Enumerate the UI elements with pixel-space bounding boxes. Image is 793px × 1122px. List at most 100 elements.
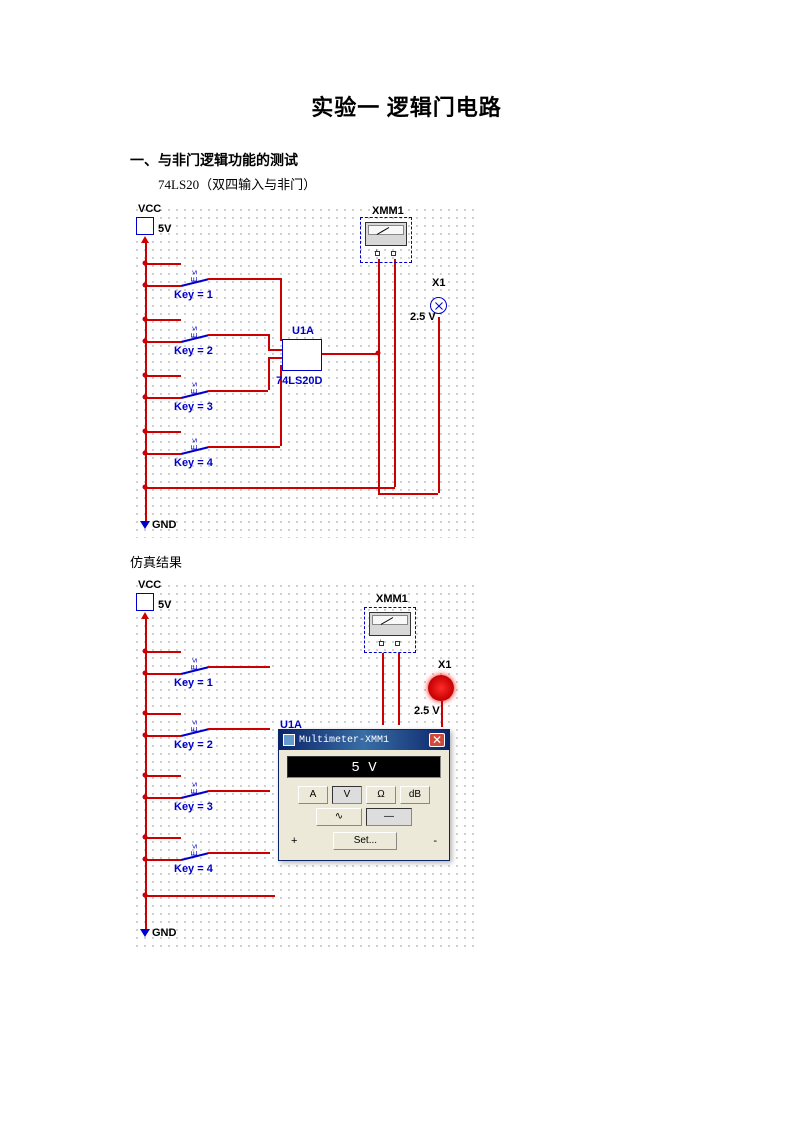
wire (441, 701, 443, 727)
wire (208, 334, 268, 336)
wire (268, 357, 270, 390)
multimeter-titlebar[interactable]: Multimeter-XMM1 ✕ (279, 730, 449, 750)
wire (145, 797, 181, 799)
wire (268, 357, 282, 359)
wire (208, 390, 268, 392)
wire (145, 375, 181, 377)
mode-v-button[interactable]: V (332, 786, 362, 804)
vcc-5v-label: 5V (158, 223, 171, 235)
wire (398, 653, 400, 725)
switch-tag: E ≤ (190, 438, 199, 450)
vcc-arrow-icon (141, 236, 149, 243)
wire (378, 353, 380, 493)
app-icon (283, 734, 295, 746)
wire (145, 859, 181, 861)
vcc-label: VCC (138, 579, 161, 591)
wire (378, 493, 438, 495)
switch-tag: E ≤ (190, 270, 199, 282)
dc-button[interactable]: — (366, 808, 412, 826)
wire (208, 278, 280, 280)
wire (145, 775, 181, 777)
terminal-plus[interactable] (379, 641, 384, 646)
multimeter-display: 5 V (287, 756, 441, 778)
wire (208, 852, 270, 854)
wire (145, 837, 181, 839)
gnd-label: GND (152, 519, 176, 531)
wire (145, 713, 181, 715)
mode-a-button[interactable]: A (298, 786, 328, 804)
gnd-arrow-icon (140, 929, 150, 937)
x1-label: X1 (432, 277, 445, 289)
switch-tag: E ≤ (190, 782, 199, 794)
switch-tag: E ≤ (190, 326, 199, 338)
key-2-label: Key = 2 (174, 739, 213, 751)
switch-tag: E ≤ (190, 382, 199, 394)
close-button[interactable]: ✕ (429, 733, 445, 747)
ac-button[interactable]: ∿ (316, 808, 362, 826)
vcc-terminal (136, 217, 154, 235)
wire (322, 353, 378, 355)
key-3-label: Key = 3 (174, 401, 213, 413)
x1-label: X1 (438, 659, 451, 671)
multimeter-instrument[interactable]: + – (360, 217, 412, 263)
gnd-label: GND (152, 927, 176, 939)
page-title: 实验一 逻辑门电路 (130, 90, 683, 122)
wire (145, 735, 181, 737)
meter-display (372, 615, 408, 625)
mode-db-button[interactable]: dB (400, 786, 430, 804)
multimeter-window[interactable]: Multimeter-XMM1 ✕ 5 V A V Ω dB ∿ — (278, 729, 450, 861)
wire (145, 673, 181, 675)
vcc-arrow-icon (141, 612, 149, 619)
switch-tag: E ≤ (190, 720, 199, 732)
close-icon: ✕ (432, 734, 442, 746)
chip-desc: 74LS20（双四输入与非门） (158, 174, 683, 193)
wire (145, 285, 181, 287)
vcc-terminal (136, 593, 154, 611)
x1-voltage-label: 2.5 V (410, 311, 436, 323)
key-1-label: Key = 1 (174, 289, 213, 301)
mode-ohm-button[interactable]: Ω (366, 786, 396, 804)
xmm1-label: XMM1 (372, 205, 404, 217)
vcc-5v-label: 5V (158, 599, 171, 611)
wire (378, 259, 380, 353)
terminal-plus[interactable] (375, 251, 380, 256)
wire (268, 349, 282, 351)
wire (280, 278, 282, 341)
chip-part-label: 74LS20D (276, 375, 322, 387)
wire (145, 453, 181, 455)
wire (438, 317, 440, 493)
wire (145, 895, 275, 897)
x1-voltage-label: 2.5 V (414, 705, 440, 717)
wire (208, 728, 270, 730)
key-4-label: Key = 4 (174, 457, 213, 469)
switch-tag: E ≤ (190, 658, 199, 670)
wire (394, 259, 396, 487)
meter-display (368, 225, 404, 235)
wire (382, 653, 384, 725)
section-heading: 一、与非门逻辑功能的测试 (130, 150, 683, 170)
wire (208, 446, 280, 448)
wire (208, 790, 270, 792)
minus-terminal-label: - (433, 835, 437, 847)
key-1-label: Key = 1 (174, 677, 213, 689)
wire (145, 651, 181, 653)
set-button[interactable]: Set... (333, 832, 397, 850)
multimeter-instrument[interactable]: + – (364, 607, 416, 653)
terminal-minus[interactable] (391, 251, 396, 256)
xmm1-label: XMM1 (376, 593, 408, 605)
wire (145, 263, 181, 265)
switch-tag: E ≤ (190, 844, 199, 856)
wire (268, 334, 270, 349)
vcc-label: VCC (138, 203, 161, 215)
wire (208, 666, 270, 668)
chip-74ls20 (282, 339, 322, 371)
wire (145, 431, 181, 433)
circuit-diagram-2: VCC 5V GND E ≤ Key = 1 E ≤ Key = 2 (130, 579, 475, 949)
terminal-minus[interactable] (395, 641, 400, 646)
multimeter-title: Multimeter-XMM1 (299, 735, 425, 746)
plus-terminal-label: + (291, 835, 297, 847)
key-3-label: Key = 3 (174, 801, 213, 813)
wire (145, 487, 395, 489)
key-4-label: Key = 4 (174, 863, 213, 875)
indicator-lamp-lit (428, 675, 454, 701)
